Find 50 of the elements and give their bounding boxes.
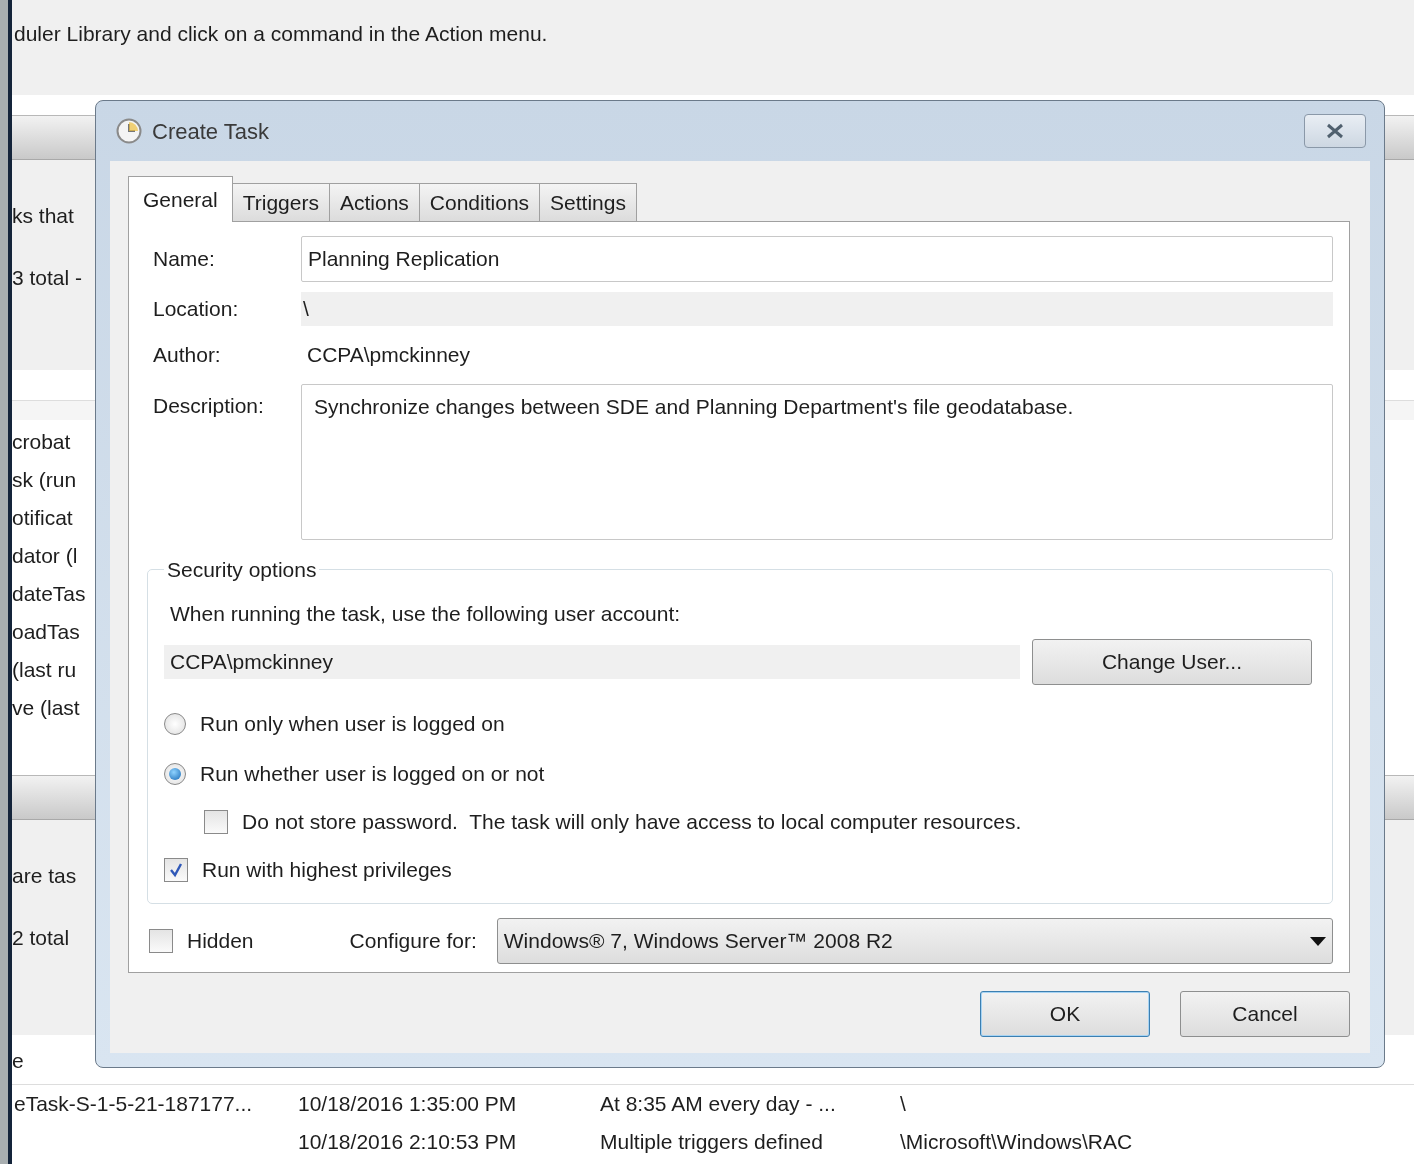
checkbox[interactable] [204, 810, 228, 834]
summary-text: 3 total - [12, 265, 83, 291]
close-button[interactable] [1304, 114, 1366, 148]
field-label: Name: [153, 246, 216, 273]
table-cell-text: eTask-S-1-5-21-187177... [13, 1091, 254, 1118]
checkbox[interactable] [149, 929, 173, 953]
radio-button[interactable] [164, 763, 186, 785]
checkbox[interactable] [164, 858, 188, 882]
name-field[interactable]: Planning Replication [301, 236, 1333, 282]
checkbox-label: Hidden [187, 928, 254, 955]
field-label: Author: [153, 342, 222, 369]
tab[interactable]: Settings [539, 183, 637, 221]
account-prompt: When running the task, use the following user account: [170, 600, 682, 627]
table-cell-text: \Microsoft\Windows\RAC [900, 1129, 1133, 1156]
option-label: Run with highest privileges [202, 857, 452, 884]
group-title: Security options [166, 557, 318, 583]
field-label: Description: [153, 393, 265, 419]
summary-text: are tas [12, 863, 77, 889]
dialog-button[interactable]: OK [980, 991, 1150, 1037]
window-title: Create Task [152, 117, 270, 146]
user-account-field: CCPA\pmckinney [164, 645, 1020, 679]
close-icon [1325, 123, 1345, 139]
table-cell-text: 10/18/2016 2:10:53 PM [298, 1129, 518, 1156]
location-field: \ [301, 292, 1333, 326]
option-label: Run only when user is logged on [200, 711, 505, 738]
table-cell-text: 10/18/2016 1:35:00 PM [298, 1091, 518, 1118]
checkmark-icon [168, 862, 184, 878]
clock-icon [116, 118, 142, 144]
tab[interactable]: Conditions [418, 183, 541, 221]
radio-button[interactable] [164, 713, 186, 735]
tab[interactable]: General [128, 176, 233, 222]
option-label: Run whether user is logged on or not [200, 761, 545, 788]
summary-text: 2 total [12, 925, 70, 951]
dialog-button[interactable]: Cancel [1180, 991, 1350, 1037]
field-label: Location: [153, 296, 240, 323]
column-header[interactable]: e [12, 1044, 24, 1076]
configure-dropdown[interactable]: Windows® 7, Windows Server™ 2008 R2 [496, 918, 1333, 964]
tab[interactable]: Actions [328, 183, 420, 221]
help-text: duler Library and click on a command in the Action menu. [14, 22, 548, 45]
summary-text: ks that [12, 203, 74, 229]
table-cell-text: \ [900, 1091, 906, 1118]
author-value: CCPA\pmckinney [306, 342, 471, 369]
caret-icon [1310, 936, 1326, 946]
description-field[interactable]: Synchronize changes between SDE and Planning Department's file geodatabase. [301, 384, 1333, 540]
table-cell-text: Multiple triggers defined [600, 1129, 824, 1156]
tab[interactable]: Triggers [231, 183, 330, 221]
option-label: Do not store password. The task will only have access to local computer resources. [242, 809, 1022, 836]
field-label: Configure for: [349, 928, 477, 955]
table-cell-text: At 8:35 AM every day - ... [600, 1091, 837, 1118]
change-user-button[interactable]: Change User... [1032, 639, 1312, 685]
